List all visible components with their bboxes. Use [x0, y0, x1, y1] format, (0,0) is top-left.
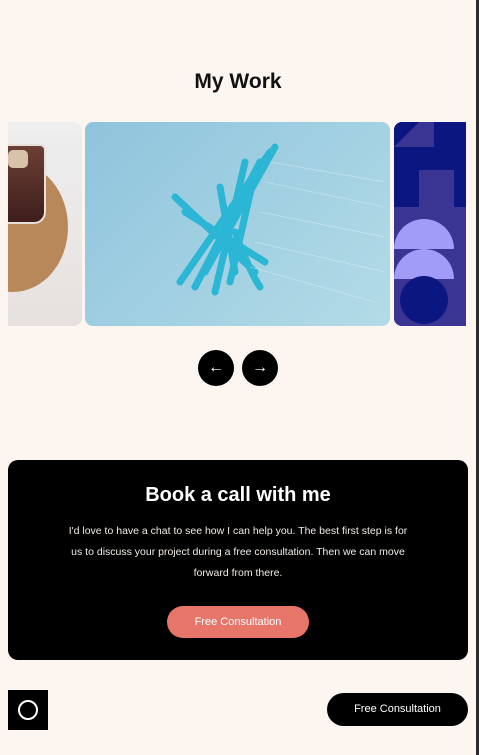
slide-blue-sculpture[interactable] — [85, 122, 390, 326]
carousel-controls: ← → — [198, 350, 278, 386]
book-call-card: Book a call with me I'd love to have a c… — [8, 460, 468, 660]
logo[interactable] — [8, 690, 48, 730]
geometric-illustration — [394, 122, 466, 326]
slide-geometric-pattern[interactable] — [394, 122, 466, 326]
cta-heading: Book a call with me — [145, 484, 331, 506]
circle-logo-icon — [18, 700, 38, 720]
arrow-right-icon: → — [252, 359, 268, 376]
ice-cube — [8, 150, 28, 168]
slide-iced-coffee[interactable] — [8, 122, 82, 326]
prev-arrow-button[interactable]: ← — [198, 350, 234, 386]
section-title: My Work — [194, 70, 282, 93]
work-carousel[interactable] — [8, 122, 466, 326]
arrow-left-icon: ← — [208, 359, 224, 376]
cta-body: I'd love to have a chat to see how I can… — [68, 525, 408, 579]
next-arrow-button[interactable]: → — [242, 350, 278, 386]
footer-free-consultation-button[interactable]: Free Consultation — [327, 693, 468, 726]
sculpture-illustration — [171, 143, 386, 303]
free-consultation-button[interactable]: Free Consultation — [166, 606, 310, 638]
